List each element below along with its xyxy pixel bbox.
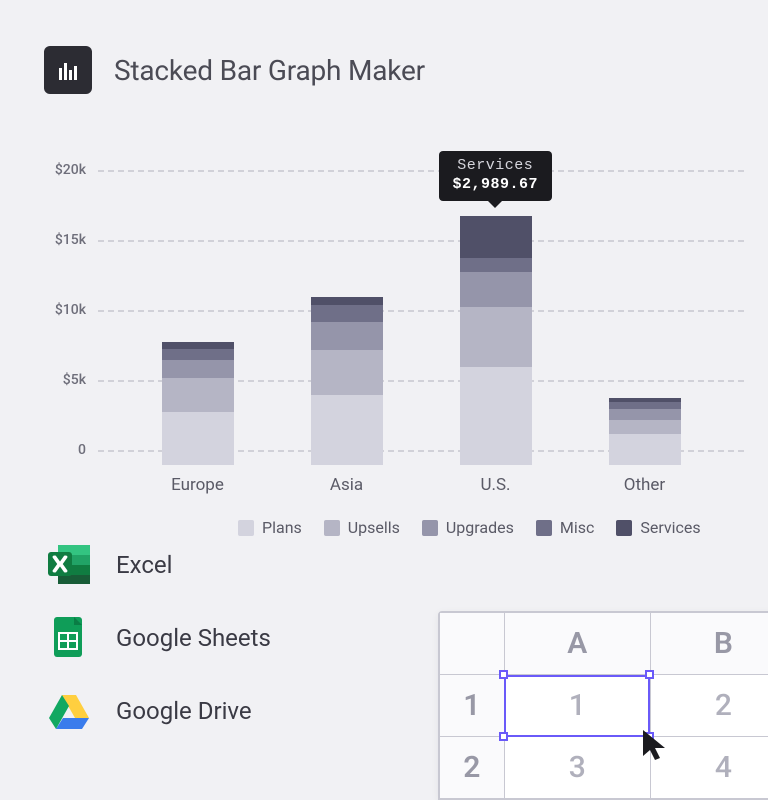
- legend-label: Plans: [262, 518, 302, 537]
- bar-segment[interactable]: [609, 409, 681, 420]
- bar-segment[interactable]: [311, 395, 383, 465]
- bar-column[interactable]: [460, 216, 532, 465]
- grid-line: [98, 170, 744, 172]
- source-label: Google Sheets: [116, 624, 271, 652]
- y-axis-tick: $10k: [36, 302, 86, 318]
- stacked-bar-chart[interactable]: 0$5k$10k$15k$20k EuropeAsiaU.S.Other: [44, 170, 744, 495]
- sheet-cell[interactable]: 3: [504, 737, 650, 799]
- x-axis-label: Asia: [311, 475, 383, 495]
- bar-segment[interactable]: [162, 378, 234, 412]
- y-axis-tick: $20k: [36, 162, 86, 178]
- bar-column[interactable]: [311, 297, 383, 465]
- row-header[interactable]: 1: [440, 675, 505, 737]
- bar-segment[interactable]: [311, 350, 383, 395]
- google-drive-icon: [44, 688, 94, 733]
- bar-segment[interactable]: [460, 216, 532, 258]
- x-axis-label: Other: [609, 475, 681, 495]
- spreadsheet-preview[interactable]: A B 1 1 2 2 3 4: [438, 611, 768, 800]
- legend-label: Upgrades: [446, 518, 514, 537]
- legend-label: Services: [640, 518, 700, 537]
- legend-item[interactable]: Upgrades: [422, 518, 514, 537]
- page-title: Stacked Bar Graph Maker: [114, 54, 425, 87]
- sheet-corner: [440, 613, 505, 675]
- data-source-google-sheets[interactable]: Google Sheets: [44, 615, 271, 660]
- stacked-bar-icon: [44, 46, 92, 94]
- bar-segment[interactable]: [460, 258, 532, 272]
- bar-segment[interactable]: [162, 349, 234, 360]
- legend-item[interactable]: Plans: [238, 518, 302, 537]
- bar-segment[interactable]: [460, 307, 532, 367]
- excel-icon: [44, 542, 94, 587]
- row-header[interactable]: 2: [440, 737, 505, 799]
- selection-handle[interactable]: [499, 670, 508, 679]
- legend-swatch: [616, 520, 632, 536]
- bar-segment[interactable]: [609, 434, 681, 465]
- legend-swatch: [536, 520, 552, 536]
- tooltip-series-label: Services: [453, 157, 539, 176]
- x-axis-label: Europe: [162, 475, 234, 495]
- source-label: Excel: [116, 551, 172, 579]
- legend-swatch: [238, 520, 254, 536]
- bar-segment[interactable]: [311, 305, 383, 322]
- sheet-cell[interactable]: 1: [504, 675, 650, 737]
- legend-label: Misc: [560, 518, 595, 537]
- column-header[interactable]: B: [650, 613, 768, 675]
- bar-column[interactable]: [609, 398, 681, 465]
- bar-segment[interactable]: [162, 342, 234, 349]
- selection-handle[interactable]: [499, 732, 508, 741]
- bar-segment[interactable]: [311, 297, 383, 305]
- y-axis-tick: $15k: [36, 232, 86, 248]
- cursor-icon: [641, 728, 671, 766]
- y-axis-tick: $5k: [36, 372, 86, 388]
- tooltip-value: $2,989.67: [453, 176, 539, 195]
- source-label: Google Drive: [116, 697, 252, 725]
- google-sheets-icon: [44, 615, 94, 660]
- legend-swatch: [422, 520, 438, 536]
- bar-segment[interactable]: [609, 420, 681, 434]
- chart-legend: Plans Upsells Upgrades Misc Services: [238, 518, 701, 537]
- y-axis-tick: 0: [36, 442, 86, 458]
- column-header[interactable]: A: [504, 613, 650, 675]
- legend-swatch: [324, 520, 340, 536]
- data-source-excel[interactable]: Excel: [44, 542, 271, 587]
- legend-item[interactable]: Services: [616, 518, 700, 537]
- x-axis-label: U.S.: [460, 475, 532, 495]
- legend-item[interactable]: Misc: [536, 518, 595, 537]
- bar-segment[interactable]: [311, 322, 383, 350]
- chart-tooltip: Services $2,989.67: [439, 151, 553, 202]
- bar-segment[interactable]: [460, 272, 532, 307]
- selection-handle[interactable]: [645, 670, 654, 679]
- bar-segment[interactable]: [609, 402, 681, 409]
- bar-segment[interactable]: [162, 360, 234, 378]
- data-source-google-drive[interactable]: Google Drive: [44, 688, 271, 733]
- legend-item[interactable]: Upsells: [324, 518, 400, 537]
- legend-label: Upsells: [348, 518, 400, 537]
- data-source-list: Excel Google Sheets Google Drive: [44, 542, 271, 733]
- bar-column[interactable]: [162, 342, 234, 465]
- bar-segment[interactable]: [460, 367, 532, 465]
- bar-segment[interactable]: [162, 412, 234, 465]
